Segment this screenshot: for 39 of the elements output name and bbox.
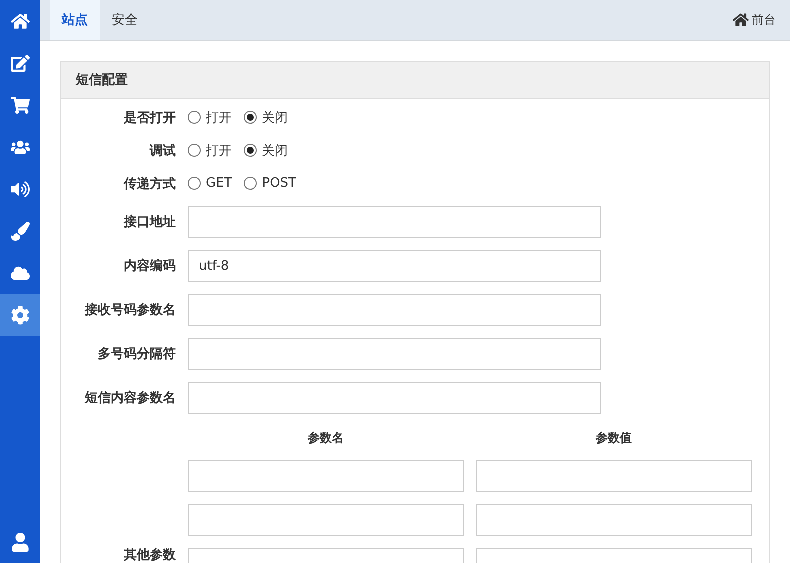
radio-option[interactable]: POST [244,176,296,191]
input-field[interactable]: utf-8 [188,250,601,282]
home-icon [10,12,30,30]
input-field[interactable] [476,504,752,536]
speaker-icon [10,180,30,198]
input-field[interactable] [188,206,601,238]
input-field[interactable] [188,338,601,370]
radio-option[interactable]: 关闭 [244,108,288,126]
sidebar-item[interactable] [0,294,40,336]
column-header: 参数值 [595,430,633,446]
field-label: 多号码分隔符 [97,346,176,363]
input-field[interactable] [188,294,601,326]
brush-icon [10,222,30,240]
home-icon [733,12,749,28]
field-label: 传递方式 [122,176,176,192]
input-field[interactable] [188,504,464,536]
tab[interactable]: 站点 [50,0,100,40]
field-label: 短信内容参数名 [84,390,176,407]
radio-option[interactable]: GET [188,176,232,191]
radio-option[interactable]: 关闭 [244,142,288,160]
field-label: 调试 [148,142,176,160]
field-label: 接口地址 [122,214,176,231]
front-link[interactable]: 前台 [733,0,776,40]
field-label: 内容编码 [123,258,176,275]
settings-icon [10,306,30,324]
tab[interactable]: 安全 [100,0,150,40]
input-field[interactable] [188,382,601,414]
column-header: 参数名 [307,430,345,446]
input-field[interactable] [476,460,752,492]
cart-icon [10,96,30,114]
field-label: 其他参数 [123,548,176,563]
user-icon [10,532,30,552]
panel-title: 短信配置 [61,62,769,99]
radio-option[interactable]: 打开 [188,142,232,160]
radio-option[interactable]: 打开 [188,108,232,126]
input-field[interactable] [188,460,464,492]
edit-icon [10,54,30,72]
field-label: 接收号码参数名 [84,302,176,319]
field-label: 是否打开 [123,110,176,126]
